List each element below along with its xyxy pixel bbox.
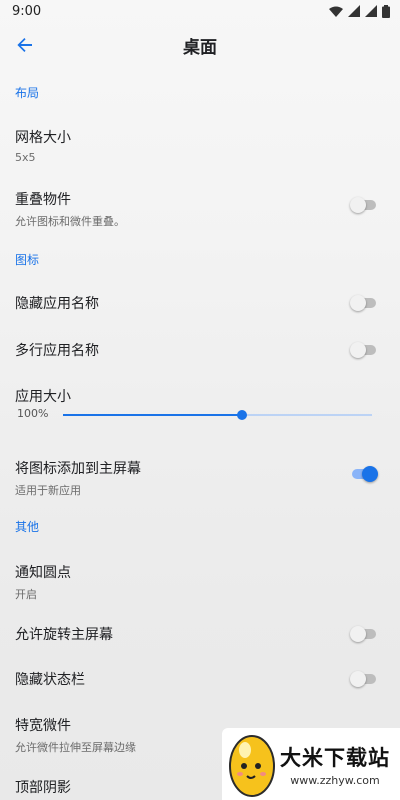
setting-hide-app-names[interactable]: 隐藏应用名称	[0, 293, 400, 315]
setting-value: 5x5	[15, 151, 36, 164]
wifi-icon	[329, 6, 343, 17]
setting-title: 多行应用名称	[15, 343, 99, 359]
watermark-url: www.zzhyw.com	[290, 773, 380, 787]
slider-value-label: 100%	[17, 407, 49, 420]
setting-value: 开启	[15, 588, 37, 601]
setting-title: 网格大小	[15, 130, 71, 146]
section-header-label: 图标	[15, 253, 40, 267]
status-icons	[329, 4, 390, 18]
add-icon-home-switch[interactable]	[350, 464, 378, 484]
hide-status-bar-switch[interactable]	[350, 669, 378, 689]
setting-summary: 允许图标和微件重叠。	[15, 215, 125, 228]
setting-title: 重叠物件	[15, 192, 71, 208]
watermark: 大米下载站 www.zzhyw.com	[222, 728, 400, 800]
setting-overlap-widgets[interactable]: 重叠物件 允许图标和微件重叠。	[0, 189, 400, 229]
back-button[interactable]	[10, 30, 40, 60]
setting-title: 允许旋转主屏幕	[15, 627, 113, 643]
setting-title: 将图标添加到主屏幕	[15, 461, 141, 477]
hide-app-names-switch[interactable]	[350, 293, 378, 313]
lte-signal-icon	[348, 5, 360, 17]
setting-title: 应用大小	[15, 389, 71, 405]
section-header-label: 布局	[15, 86, 40, 100]
watermark-text: 大米下载站 www.zzhyw.com	[280, 742, 390, 787]
setting-notification-dots[interactable]: 通知圆点 开启	[0, 562, 400, 602]
setting-add-icon-home[interactable]: 将图标添加到主屏幕 适用于新应用	[0, 458, 400, 498]
setting-grid-size[interactable]: 网格大小 5x5	[0, 127, 400, 167]
slider-fill	[63, 414, 243, 416]
setting-app-size: 应用大小	[0, 386, 400, 406]
watermark-title: 大米下载站	[280, 745, 390, 770]
section-header-layout: 布局	[0, 84, 400, 101]
signal-icon	[365, 5, 377, 17]
arrow-back-icon	[17, 38, 32, 52]
setting-summary: 适用于新应用	[15, 484, 81, 497]
status-bar: 9:00	[0, 0, 400, 22]
section-header-other: 其他	[0, 518, 400, 535]
page-title: 桌面	[183, 37, 217, 58]
setting-multiline-app-names[interactable]: 多行应用名称	[0, 340, 400, 362]
setting-allow-rotation[interactable]: 允许旋转主屏幕	[0, 624, 400, 646]
allow-rotation-switch[interactable]	[350, 624, 378, 644]
multiline-app-names-switch[interactable]	[350, 340, 378, 360]
battery-icon	[382, 4, 390, 18]
setting-hide-status-bar[interactable]: 隐藏状态栏	[0, 669, 400, 691]
status-time: 9:00	[12, 3, 42, 19]
slider-thumb[interactable]	[237, 410, 248, 420]
section-header-icons: 图标	[0, 251, 400, 268]
slider-track[interactable]	[63, 410, 372, 420]
app-bar: 桌面	[0, 22, 400, 68]
overlap-widgets-switch[interactable]	[350, 195, 378, 215]
app-size-slider[interactable]: 100%	[0, 405, 400, 425]
section-header-label: 其他	[15, 520, 40, 534]
setting-title: 隐藏状态栏	[15, 672, 85, 688]
setting-title: 通知圆点	[15, 565, 71, 581]
setting-title: 隐藏应用名称	[15, 296, 99, 312]
egg-mascot-icon	[229, 735, 275, 797]
